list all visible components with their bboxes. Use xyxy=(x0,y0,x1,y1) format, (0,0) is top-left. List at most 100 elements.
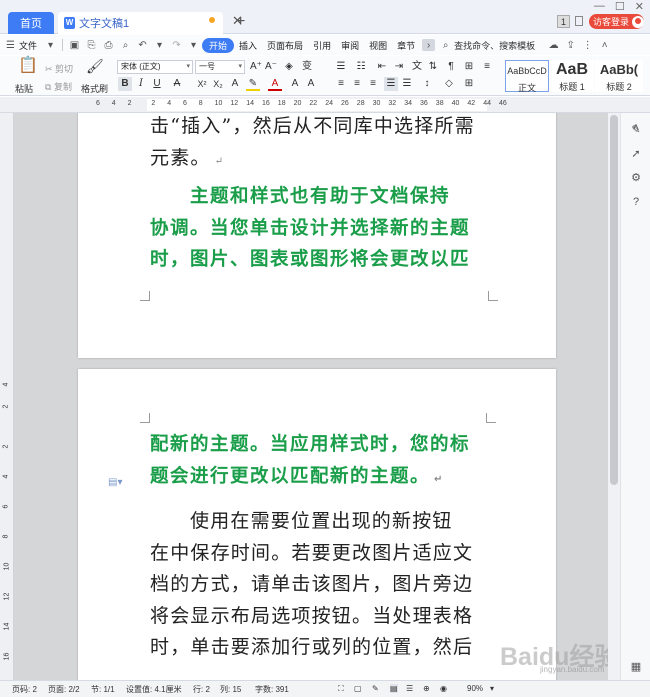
page-view-icon[interactable]: ▤ xyxy=(390,684,398,693)
style-normal[interactable]: AaBbCcD 正文 xyxy=(505,60,549,93)
zoom-dropdown-icon[interactable]: ▾ xyxy=(490,684,494,693)
vertical-ruler[interactable]: 4 2 2 4 6 8 10 12 14 16 xyxy=(0,113,14,680)
char-shading-icon[interactable]: A xyxy=(288,77,302,91)
export-pdf-icon[interactable]: ⎘ xyxy=(85,39,98,51)
grid-apps-icon[interactable]: ▦ xyxy=(629,660,643,674)
cut-button[interactable]: ✂ 剪切 xyxy=(45,62,73,75)
status-section[interactable]: 节: 1/1 xyxy=(91,684,115,695)
align-left-icon[interactable]: ≡ xyxy=(334,77,348,91)
chevron-down-icon[interactable]: ▾ xyxy=(44,39,57,51)
menu-references[interactable]: 引用 xyxy=(308,39,336,52)
maximize-icon[interactable]: ☐ xyxy=(615,0,625,13)
distributed-icon[interactable]: ☰ xyxy=(400,77,414,91)
cloud-icon[interactable]: ☁ xyxy=(547,39,560,51)
numbered-list-icon[interactable]: ☷ xyxy=(354,60,368,74)
justify-icon[interactable]: ☰ xyxy=(384,77,398,91)
font-size-select[interactable]: 一号 xyxy=(195,60,245,74)
undo-icon[interactable]: ↶ xyxy=(136,39,149,51)
status-setting[interactable]: 设置值: 4.1厘米 xyxy=(126,684,182,695)
read-mode-icon[interactable]: ▢ xyxy=(354,684,362,693)
char-border-icon[interactable]: A xyxy=(304,77,318,91)
page1-green-paragraph[interactable]: 主题和样式也有助于文档保持 协调。当您单击设计并选择新的主题 时，图片、图表或图… xyxy=(150,181,486,276)
table-icon[interactable]: ⊞ xyxy=(462,60,476,74)
status-column[interactable]: 列: 15 xyxy=(220,684,241,695)
bold-icon[interactable]: B xyxy=(118,77,132,91)
collapse-ribbon-icon[interactable]: ˄ xyxy=(598,39,611,51)
eye-protect-icon[interactable]: ◉ xyxy=(440,684,447,693)
borders-icon[interactable]: ⊞ xyxy=(462,77,476,91)
tab-document[interactable]: W 文字文稿1 xyxy=(58,12,223,34)
edit-pen-icon[interactable]: ✎ xyxy=(372,684,379,693)
more-menu-icon[interactable]: › xyxy=(422,39,436,51)
menu-review[interactable]: 审阅 xyxy=(336,39,364,52)
web-view-icon[interactable]: ⊕ xyxy=(423,684,430,693)
superscript-icon[interactable]: X² xyxy=(195,77,209,91)
settings-sliders-icon[interactable]: ⚙ xyxy=(629,171,643,185)
redo-icon[interactable]: ↷ xyxy=(170,39,183,51)
hamburger-icon[interactable]: ☰ xyxy=(4,39,17,51)
grow-font-icon[interactable]: A⁺ xyxy=(249,60,263,74)
line-numbers-icon[interactable]: ≡ xyxy=(480,60,494,74)
style-heading-1[interactable]: AaB 标题 1 xyxy=(550,60,594,92)
paragraph-layout-icon[interactable]: ▤▾ xyxy=(108,477,122,488)
copy-button[interactable]: ⧉ 复制 xyxy=(45,80,72,93)
scrollbar-thumb[interactable] xyxy=(610,115,618,485)
more-options-icon[interactable]: ⋮ xyxy=(581,39,594,51)
increase-indent-icon[interactable]: ⇥ xyxy=(392,60,406,74)
zoom-level[interactable]: 90% xyxy=(467,684,483,693)
menu-page-layout[interactable]: 页面布局 xyxy=(262,39,308,52)
underline-icon[interactable]: U xyxy=(150,77,164,91)
undo-dropdown-icon[interactable]: ▾ xyxy=(153,39,166,51)
page2-body-paragraph[interactable]: 使用在需要位置出现的新按钮 在中保存时间。若要更改图片适应文 档的方式，请单击该… xyxy=(150,506,486,664)
file-menu[interactable]: 文件 xyxy=(19,39,42,52)
document-workspace[interactable]: 4 2 2 4 6 8 10 12 14 16 击“插入”，然后从不同库中选择所… xyxy=(0,113,608,680)
pen-icon[interactable]: ✎ xyxy=(629,123,643,137)
share-icon[interactable]: ⇪ xyxy=(564,39,577,51)
line-spacing-icon[interactable]: ↕ xyxy=(420,77,434,91)
status-pages[interactable]: 页面: 2/2 xyxy=(48,684,80,695)
layout-icon[interactable] xyxy=(575,16,583,26)
style-heading-2[interactable]: AaBb( 标题 2 xyxy=(595,60,643,92)
show-marks-icon[interactable]: ¶ xyxy=(444,60,458,74)
chinese-layout-icon[interactable]: 文 xyxy=(410,60,424,74)
page-1[interactable]: 击“插入”，然后从不同库中选择所需 元素。 ↵ 主题和样式也有助于文档保持 协调。… xyxy=(78,113,556,358)
page-2[interactable]: 配新的主题。当应用样式时，您的标 题会进行更改以匹配新的主题。 ↵ 使用在需要位置… xyxy=(78,369,556,680)
menu-view[interactable]: 视图 xyxy=(364,39,392,52)
bullet-list-icon[interactable]: ☰ xyxy=(334,60,348,74)
menu-insert[interactable]: 插入 xyxy=(234,39,262,52)
format-painter-icon[interactable]: 🖌 xyxy=(86,59,104,73)
highlight-icon[interactable]: ✎ xyxy=(246,77,260,91)
fullscreen-icon[interactable]: ⛶ xyxy=(338,684,344,694)
strikethrough-icon[interactable]: A xyxy=(170,77,184,91)
font-name-select[interactable]: 宋体 (正文) xyxy=(117,60,193,74)
paste-icon[interactable]: 📋 xyxy=(18,58,38,77)
phonetic-icon[interactable]: 变 xyxy=(300,60,314,74)
search-icon[interactable]: ⌕ xyxy=(439,39,452,51)
shrink-font-icon[interactable]: A⁻ xyxy=(264,60,278,74)
decrease-indent-icon[interactable]: ⇤ xyxy=(375,60,389,74)
tab-home[interactable]: 首页 xyxy=(8,12,54,34)
help-icon[interactable]: ? xyxy=(629,195,643,209)
customize-icon[interactable]: ▾ xyxy=(187,39,200,51)
page1-body-text[interactable]: 击“插入”，然后从不同库中选择所需 元素。 ↵ xyxy=(150,113,486,177)
vertical-scrollbar[interactable] xyxy=(608,113,620,680)
clear-format-icon[interactable]: ◈ xyxy=(282,60,296,74)
sort-icon[interactable]: ⇅ xyxy=(426,60,440,74)
command-search[interactable]: 查找命令、搜索模板 xyxy=(454,39,535,52)
page2-green-paragraph[interactable]: 配新的主题。当应用样式时，您的标 题会进行更改以匹配新的主题。 ↵ xyxy=(150,429,486,495)
window-count-badge[interactable]: 1 xyxy=(557,15,570,28)
print-icon[interactable]: ⎙ xyxy=(102,39,115,51)
menu-chapter[interactable]: 章节 xyxy=(392,39,420,52)
close-window-icon[interactable]: ✕ xyxy=(635,0,644,13)
align-right-icon[interactable]: ≡ xyxy=(366,77,380,91)
shading-icon[interactable]: ◇ xyxy=(442,77,456,91)
menu-start[interactable]: 开始 xyxy=(202,37,235,53)
italic-icon[interactable]: I xyxy=(134,77,148,91)
format-painter-button[interactable]: 格式刷 xyxy=(81,82,108,95)
add-tab-icon[interactable]: + xyxy=(236,13,245,31)
cursor-icon[interactable]: ➚ xyxy=(629,147,643,161)
align-center-icon[interactable]: ≡ xyxy=(350,77,364,91)
text-effects-icon[interactable]: A xyxy=(228,77,242,91)
save-icon[interactable]: ▣ xyxy=(68,39,81,51)
subscript-icon[interactable]: X₂ xyxy=(211,77,225,91)
